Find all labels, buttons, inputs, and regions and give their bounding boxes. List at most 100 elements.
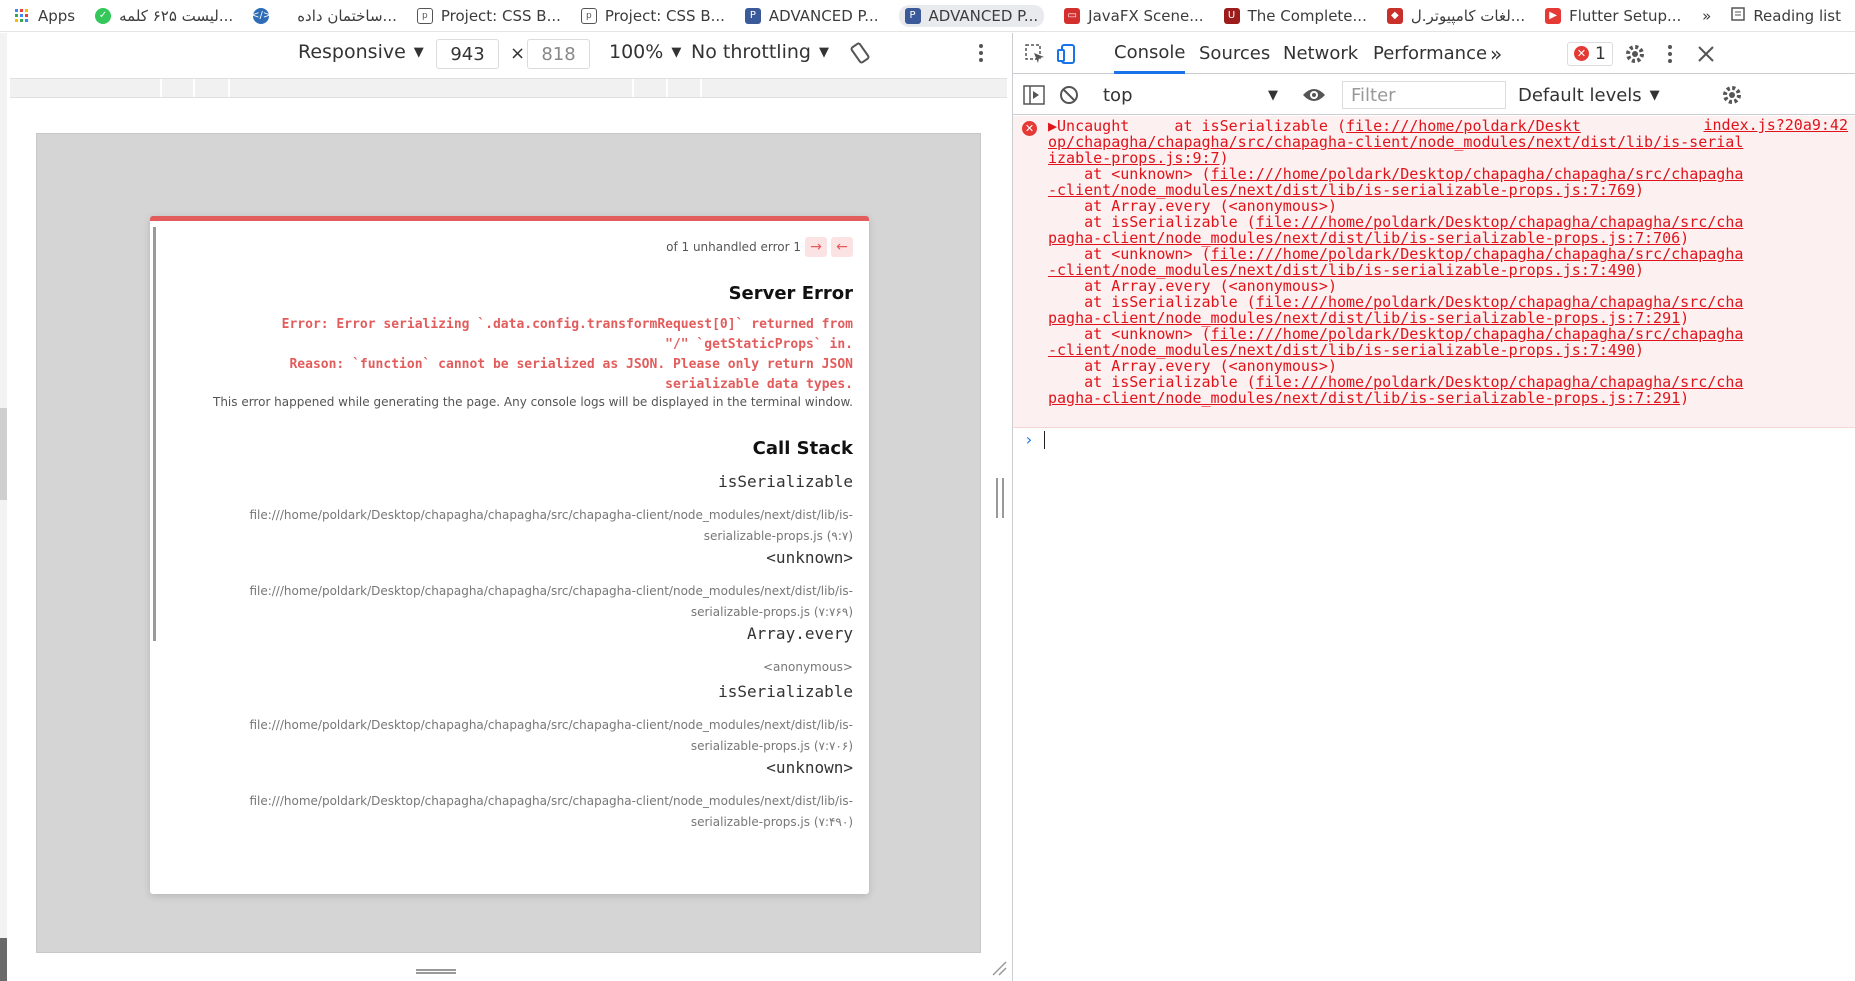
tab-console[interactable]: Console [1114,33,1186,74]
bookmark-apps[interactable]: Apps [14,7,75,25]
stack-frame[interactable]: isSerializable file:///home/poldark/Desk… [233,682,853,757]
console-line: izable-props.js:9:7) [1048,150,1229,166]
bookmarks-bar: Apps ✓ لیست ۶۲۵ کلمه... </> ساختمان داده… [0,0,1855,32]
source-link[interactable]: index.js?20a9:42 [1704,117,1849,133]
error-message-line: "/" `getStaticProps` in. [665,337,853,352]
bookmark-item[interactable]: ▭ JavaFX Scene... [1064,7,1204,25]
bookmark-label: لغات کامپیوتر.ل... [1410,6,1526,25]
code-icon: </> [251,7,271,24]
width-input[interactable]: 943 [436,39,499,69]
console-line: at isSerializable (file:///home/poldark/… [1048,214,1743,230]
frame-location: file:///home/poldark/Desktop/chapagha/ch… [249,794,853,808]
settings-gear-icon[interactable] [1624,33,1646,74]
bookmark-label: لیست ۶۲۵ کلمه... [119,6,234,25]
throttling-dropdown[interactable]: No throttling ▼ [691,41,829,63]
dropdown-arrow-icon: ▼ [1649,87,1660,103]
bookmark-label: ADVANCED P... [928,6,1039,25]
console-text: ) [1635,181,1645,199]
bookmark-item[interactable]: p Project: CSS B... [416,7,561,25]
context-selector[interactable]: top ▼ [1103,75,1278,115]
more-options-icon[interactable] [978,43,984,63]
console-line: pagha-client/node_modules/next/dist/lib/… [1048,310,1689,326]
error-message-line: serializable data types. [665,377,853,392]
height-resize-handle[interactable] [416,969,456,974]
sidebar-toggle-icon[interactable] [1023,75,1045,115]
customize-menu-icon[interactable] [1667,33,1673,74]
console-line: at Array.every (<anonymous>) [1048,198,1337,214]
console-line: -client/node_modules/next/dist/lib/is-se… [1048,182,1644,198]
arrow-right-icon[interactable]: → [805,237,827,257]
more-tabs-button[interactable]: » [1490,33,1502,74]
console-line: pagha-client/node_modules/next/dist/lib/… [1048,230,1689,246]
media-query-ruler[interactable] [10,78,1007,98]
console-file-link[interactable]: pagha-client/node_modules/next/dist/lib/… [1048,389,1680,407]
tab-performance[interactable]: Performance [1373,33,1487,74]
error-note: This error happened while generating the… [212,395,853,409]
clear-console-icon[interactable] [1059,75,1079,115]
console-error-message[interactable]: ✕ ▶Uncaught at isSerializable (file:///h… [1013,116,1855,428]
console-line: at Array.every (<anonymous>) [1048,278,1337,294]
dropdown-arrow-icon: ▼ [818,44,829,60]
device-toolbar: Responsive ▼ 943 × 818 100% ▼ No throttl… [7,33,1011,75]
bookmark-label: The Complete... [1247,6,1367,25]
error-count-badge[interactable]: ✕ 1 [1567,33,1613,74]
device-toggle-icon[interactable] [1056,33,1078,74]
stack-frame[interactable]: Array.every <anonymous> [233,624,853,678]
bookmark-item[interactable]: ◆ لغات کامپیوتر.ل... [1386,6,1526,25]
tab-network[interactable]: Network [1283,33,1358,74]
console-line: -client/node_modules/next/dist/lib/is-se… [1048,262,1644,278]
bookmark-item[interactable]: P ADVANCED P... [744,7,879,25]
tab-sources[interactable]: Sources [1199,33,1270,74]
more-bookmarks-button[interactable]: » [1702,7,1711,25]
reading-list-button[interactable]: Reading list [1753,7,1841,25]
bookmark-item[interactable]: p Project: CSS B... [580,7,725,25]
width-resize-handle[interactable] [996,478,1004,518]
bookmark-item[interactable]: ✓ لیست ۶۲۵ کلمه... [95,7,233,25]
console-text: ) [1680,389,1690,407]
responsive-dropdown[interactable]: Responsive ▼ [298,41,424,63]
error-count: 1 [1595,43,1606,64]
video-icon: ▭ [1064,7,1081,24]
device-mode-label: Responsive [298,41,406,63]
frame-function: Array.every [747,624,853,643]
frame-location: <anonymous> [762,660,853,674]
frame-function: <unknown> [766,548,853,567]
bookmark-item[interactable]: P ADVANCED P... [898,4,1045,27]
height-input[interactable]: 818 [527,39,590,69]
console-line: at <unknown> (file:///home/poldark/Deskt… [1048,246,1743,262]
stack-frame[interactable]: <unknown> file:///home/poldark/Desktop/c… [233,548,853,623]
frame-location: serializable-props.js (۷:۴۹۰) [690,815,853,829]
bookmark-item[interactable]: </> [251,7,277,24]
inspect-element-icon[interactable] [1024,33,1046,74]
console-input[interactable] [1044,431,1045,449]
error-message-line: Error: Error serializing `.data.config.t… [281,317,853,332]
corner-resize-handle[interactable] [991,960,1007,980]
log-levels-dropdown[interactable]: Default levels ▼ [1518,75,1660,115]
error-message-line: Reason: `function` cannot be serialized … [289,357,853,372]
call-stack-title: Call Stack [752,438,853,459]
bookmark-item[interactable]: ساختمان داده... [297,7,397,25]
bookmark-item[interactable]: U The Complete... [1223,6,1367,25]
console-settings-gear-icon[interactable] [1721,75,1743,115]
frame-function: isSerializable [718,472,853,491]
bookmark-label: ساختمان داده... [297,6,397,25]
stack-frame[interactable]: <unknown> file:///home/poldark/Desktop/c… [233,758,853,833]
console-toolbar: top ▼ Filter Default levels ▼ [1013,75,1855,115]
zoom-dropdown[interactable]: 100% ▼ [609,41,681,63]
zoom-label: 100% [609,41,664,63]
rotate-icon[interactable] [849,42,871,64]
close-devtools-icon[interactable] [1697,33,1715,74]
book-icon: P [904,7,921,24]
error-message: Error: Error serializing `.data.config.t… [203,315,853,395]
document-icon: p [580,7,597,24]
frame-location: file:///home/poldark/Desktop/chapagha/ch… [249,718,853,732]
dimension-separator: × [510,43,526,64]
dropdown-arrow-icon: ▼ [413,44,424,60]
youtube-icon: ▶ [1545,7,1562,24]
stack-frame[interactable]: isSerializable file:///home/poldark/Desk… [233,472,853,547]
live-expression-eye-icon[interactable] [1302,75,1326,115]
filter-input[interactable]: Filter [1342,81,1506,109]
bookmark-item[interactable]: ▶ Flutter Setup... [1545,7,1681,25]
console-prompt-icon: › [1024,430,1034,449]
arrow-left-icon[interactable]: ← [831,237,853,257]
